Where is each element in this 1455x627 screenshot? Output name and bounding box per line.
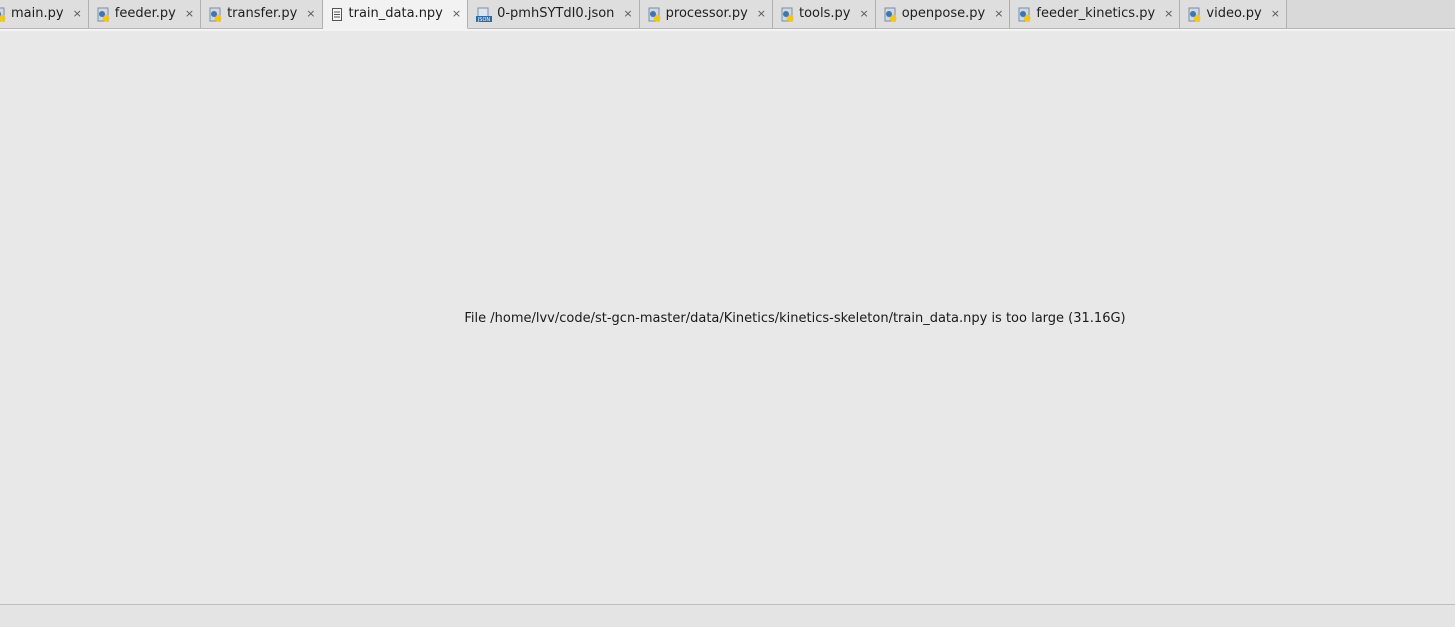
- tab-label: transfer.py: [227, 6, 298, 21]
- close-icon[interactable]: ×: [306, 0, 315, 28]
- tab-json-file[interactable]: JSON 0-pmhSYTdI0.json ×: [468, 0, 640, 28]
- tab-label: 0-pmhSYTdI0.json: [497, 6, 615, 21]
- tab-main-py[interactable]: main.py ×: [0, 0, 89, 28]
- json-file-icon: JSON: [476, 7, 493, 23]
- tab-transfer-py[interactable]: transfer.py ×: [201, 0, 323, 28]
- svg-text:JSON: JSON: [477, 17, 491, 22]
- close-icon[interactable]: ×: [859, 0, 868, 28]
- editor-tab-bar: main.py × feeder.py × transfer.py × trai…: [0, 0, 1455, 29]
- status-bar: [0, 604, 1455, 627]
- close-icon[interactable]: ×: [623, 0, 632, 28]
- python-file-icon: [781, 7, 794, 22]
- close-icon[interactable]: ×: [452, 0, 461, 28]
- tab-train-data-npy[interactable]: train_data.npy ×: [322, 0, 469, 29]
- tab-video-py[interactable]: video.py ×: [1180, 0, 1287, 28]
- close-icon[interactable]: ×: [185, 0, 194, 28]
- tab-label: video.py: [1206, 6, 1262, 21]
- python-file-icon: [1188, 7, 1201, 22]
- close-icon[interactable]: ×: [73, 0, 82, 28]
- tab-label: feeder_kinetics.py: [1036, 6, 1156, 21]
- tab-label: train_data.npy: [348, 6, 443, 21]
- file-too-large-message: File /home/lvv/code/st-gcn-master/data/K…: [464, 311, 1126, 326]
- text-file-icon: [331, 7, 344, 22]
- tab-tools-py[interactable]: tools.py ×: [773, 0, 876, 28]
- python-file-icon: [209, 7, 222, 22]
- tab-feeder-kinetics-py[interactable]: feeder_kinetics.py ×: [1010, 0, 1181, 28]
- python-file-icon: [648, 7, 661, 22]
- python-file-icon: [884, 7, 897, 22]
- python-file-icon: [97, 7, 110, 22]
- tab-label: processor.py: [665, 6, 748, 21]
- tab-label: main.py: [11, 6, 64, 21]
- close-icon[interactable]: ×: [757, 0, 766, 28]
- tab-processor-py[interactable]: processor.py ×: [639, 0, 773, 28]
- tab-label: feeder.py: [114, 6, 176, 21]
- tab-label: openpose.py: [901, 6, 986, 21]
- tab-openpose-py[interactable]: openpose.py ×: [875, 0, 1011, 28]
- close-icon[interactable]: ×: [994, 0, 1003, 28]
- close-icon[interactable]: ×: [1164, 0, 1173, 28]
- close-icon[interactable]: ×: [1271, 0, 1280, 28]
- tab-feeder-py[interactable]: feeder.py ×: [88, 0, 202, 28]
- python-file-icon: [0, 7, 6, 22]
- tab-label: tools.py: [799, 6, 851, 21]
- editor-area[interactable]: File /home/lvv/code/st-gcn-master/data/K…: [0, 31, 1455, 604]
- python-file-icon: [1018, 7, 1031, 22]
